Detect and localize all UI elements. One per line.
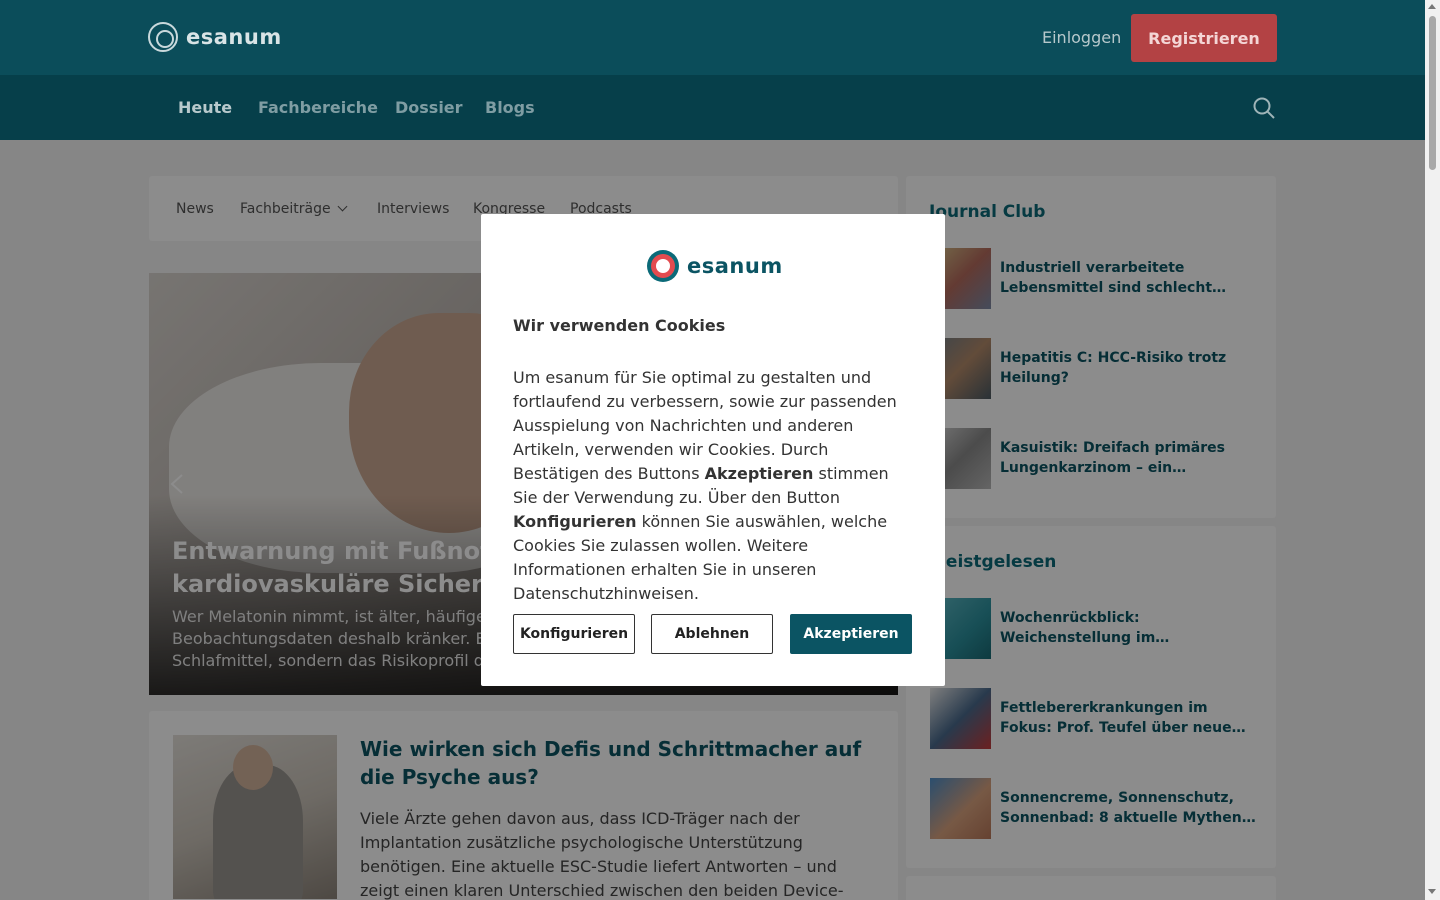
subnav-item-interviews[interactable]: Interviews [377, 201, 449, 217]
login-link[interactable]: Einloggen [1042, 28, 1121, 47]
article-image[interactable] [173, 735, 337, 899]
cookie-body-bold: Konfigurieren [513, 512, 637, 531]
cookie-consent-dialog: esanum Wir verwenden Cookies Um esanum f… [481, 214, 945, 686]
list-item[interactable]: Wochenrückblick: Weichenstellung im… [930, 598, 1260, 660]
accept-button[interactable]: Akzeptieren [790, 614, 912, 654]
list-item-title: Industriell verarbeitete Lebensmittel si… [1000, 260, 1213, 296]
meistgelesen-card: Meistgelesen Wochenrückblick: Weichenste… [906, 526, 1276, 868]
search-icon[interactable] [1252, 96, 1276, 120]
top-header: esanum Einloggen Registrieren [0, 0, 1425, 75]
list-item[interactable]: Sonnencreme, Sonnenschutz, Sonnenbad: 8 … [930, 778, 1260, 840]
reject-button[interactable]: Ablehnen [651, 614, 773, 654]
site-logo[interactable]: esanum [148, 22, 282, 52]
modal-logo-text: esanum [687, 254, 783, 278]
list-item-title: Wochenrückblick: Weichenstellung im… [1000, 610, 1170, 646]
thumbnail-image [930, 778, 991, 839]
subnav-fachbeitraege-label: Fachbeiträge [240, 201, 331, 217]
scroll-down-icon[interactable] [1428, 889, 1436, 894]
subnav-item-news[interactable]: News [176, 201, 214, 217]
article-title[interactable]: Wie wirken sich Defis und Schrittmacher … [360, 735, 880, 791]
nav-item-fachbereiche[interactable]: Fachbereiche [258, 98, 378, 117]
cookie-heading: Wir verwenden Cookies [513, 316, 726, 335]
article-card[interactable]: Wie wirken sich Defis und Schrittmacher … [149, 711, 898, 900]
subnav-item-fachbeitraege[interactable]: Fachbeiträge [240, 201, 348, 217]
cookie-body-bold: Akzeptieren [704, 464, 814, 483]
configure-button[interactable]: Konfigurieren [513, 614, 635, 654]
main-nav: Heute Fachbereiche Dossier Blogs [0, 75, 1425, 140]
list-item[interactable]: Hepatitis C: HCC-Risiko trotz Heilung? [930, 338, 1260, 400]
scroll-up-icon[interactable] [1428, 4, 1436, 9]
nav-item-dossier[interactable]: Dossier [395, 98, 463, 117]
cookie-body: Um esanum für Sie optimal zu gestalten u… [513, 366, 913, 606]
article-image-head [233, 745, 273, 790]
logo-text: esanum [186, 25, 282, 49]
modal-logo: esanum [647, 250, 783, 282]
chevron-down-icon [337, 201, 348, 212]
article-teaser: Viele Ärzte gehen davon aus, dass ICD-Tr… [360, 809, 844, 900]
page-scrollbar[interactable] [1425, 0, 1440, 900]
list-item-title: Kasuistik: Dreifach primäres Lungenkarzi… [1000, 440, 1225, 476]
meistgelesen-title[interactable]: Meistgelesen [929, 552, 1056, 572]
list-item[interactable]: Industriell verarbeitete Lebensmittel si… [930, 248, 1260, 310]
list-item-title: Fettlebererkrankungen im Fokus: Prof. Te… [1000, 700, 1232, 736]
journal-club-card: Journal Club Industriell verarbeitete Le… [906, 176, 1276, 518]
nav-item-heute[interactable]: Heute [178, 98, 232, 117]
sidebar-card-next [906, 876, 1276, 900]
scrollbar-thumb[interactable] [1429, 16, 1436, 170]
nav-item-blogs[interactable]: Blogs [485, 98, 535, 117]
logo-icon [148, 22, 178, 52]
thumbnail-image [930, 688, 991, 749]
logo-icon [647, 250, 679, 282]
chevron-left-icon[interactable] [169, 473, 185, 495]
list-item[interactable]: Kasuistik: Dreifach primäres Lungenkarzi… [930, 428, 1260, 490]
list-item-title: Sonnencreme, Sonnenschutz, Sonnenbad: 8 … [1000, 790, 1256, 826]
list-item[interactable]: Fettlebererkrankungen im Fokus: Prof. Te… [930, 688, 1260, 750]
list-item-title: Hepatitis C: HCC-Risiko trotz Heilung? [1000, 350, 1227, 386]
journal-club-title[interactable]: Journal Club [929, 202, 1045, 222]
register-button[interactable]: Registrieren [1131, 14, 1277, 62]
